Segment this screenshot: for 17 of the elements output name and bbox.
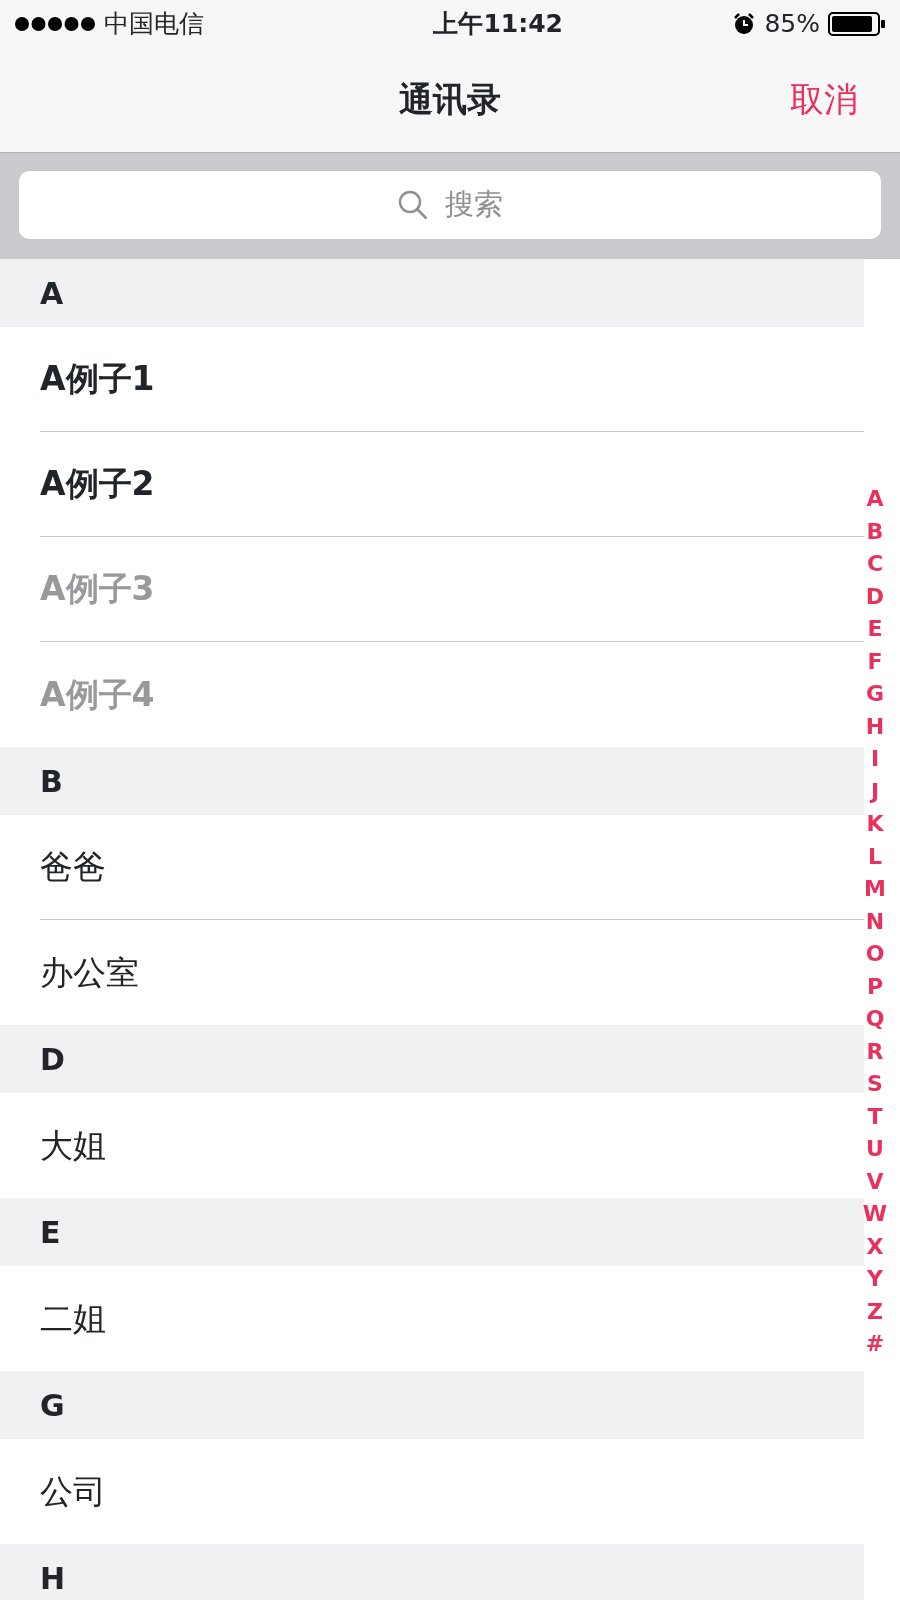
section-header: B <box>0 747 864 815</box>
contact-row[interactable]: A例子1 <box>0 327 864 432</box>
section-header: H <box>0 1544 864 1600</box>
section-header: E <box>0 1198 864 1266</box>
cancel-button[interactable]: 取消 <box>790 74 858 125</box>
signal-icon <box>14 15 96 32</box>
clock-time: 上午11:42 <box>433 7 563 40</box>
contact-row[interactable]: 公司 <box>0 1439 864 1544</box>
battery-icon <box>828 11 886 36</box>
search-field[interactable]: 搜索 <box>19 171 881 239</box>
section-header: G <box>0 1371 864 1439</box>
search-icon <box>397 189 429 221</box>
section-header: A <box>0 259 864 327</box>
section-header: D <box>0 1025 864 1093</box>
carrier-name: 中国电信 <box>104 7 204 40</box>
nav-title: 通讯录 <box>399 78 501 121</box>
battery-percent: 85% <box>764 7 820 40</box>
